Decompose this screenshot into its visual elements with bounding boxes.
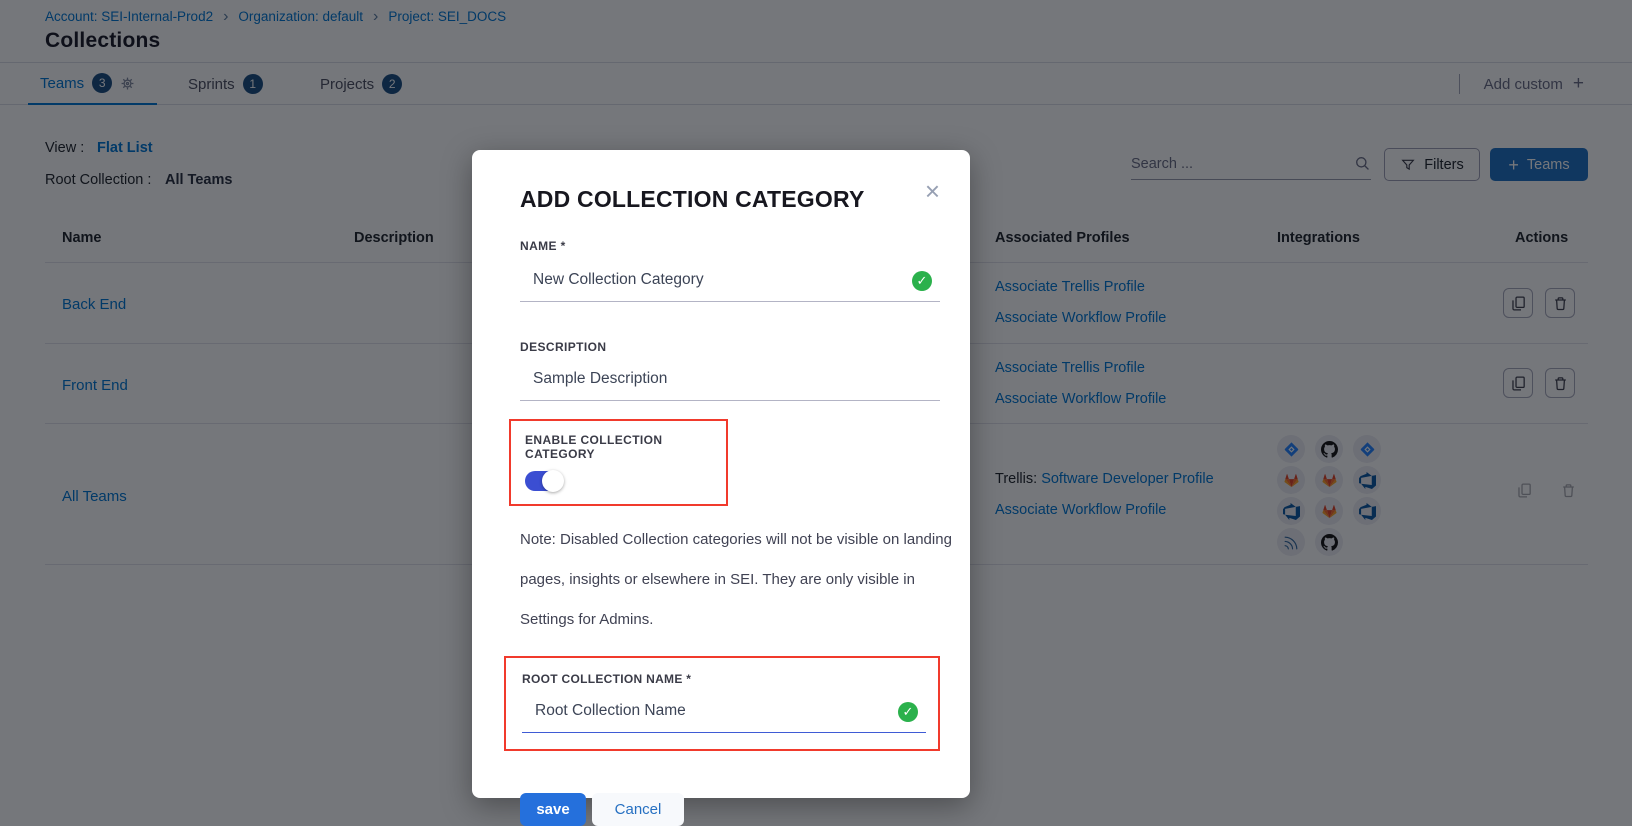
description-field: [520, 362, 940, 401]
name-field: ✓: [520, 263, 940, 302]
enable-category-highlight-box: ENABLE COLLECTION CATEGORY: [509, 419, 728, 506]
name-field-label: NAME *: [520, 239, 940, 253]
disabled-note-text: Note: Disabled Collection categories wil…: [520, 520, 952, 640]
root-collection-name-input[interactable]: [522, 694, 926, 733]
description-input[interactable]: [520, 362, 940, 401]
valid-check-icon: ✓: [912, 271, 932, 291]
modal-title: ADD COLLECTION CATEGORY: [520, 186, 940, 213]
valid-check-icon: ✓: [898, 702, 918, 722]
close-icon[interactable]: ×: [925, 178, 940, 204]
add-collection-category-modal: × ADD COLLECTION CATEGORY NAME * ✓ DESCR…: [472, 150, 970, 798]
root-collection-highlight-box: ROOT COLLECTION NAME * ✓: [504, 656, 940, 751]
save-button[interactable]: save: [520, 793, 586, 826]
enable-category-label: ENABLE COLLECTION CATEGORY: [525, 433, 712, 461]
toggle-knob: [542, 470, 564, 492]
modal-buttons: save Cancel: [520, 793, 940, 826]
description-field-label: DESCRIPTION: [520, 340, 940, 354]
enable-collection-toggle[interactable]: [525, 471, 562, 491]
cancel-button[interactable]: Cancel: [592, 793, 684, 826]
root-collection-name-label: ROOT COLLECTION NAME *: [522, 672, 922, 686]
name-input[interactable]: [520, 263, 940, 302]
root-collection-name-field: ✓: [522, 694, 926, 733]
